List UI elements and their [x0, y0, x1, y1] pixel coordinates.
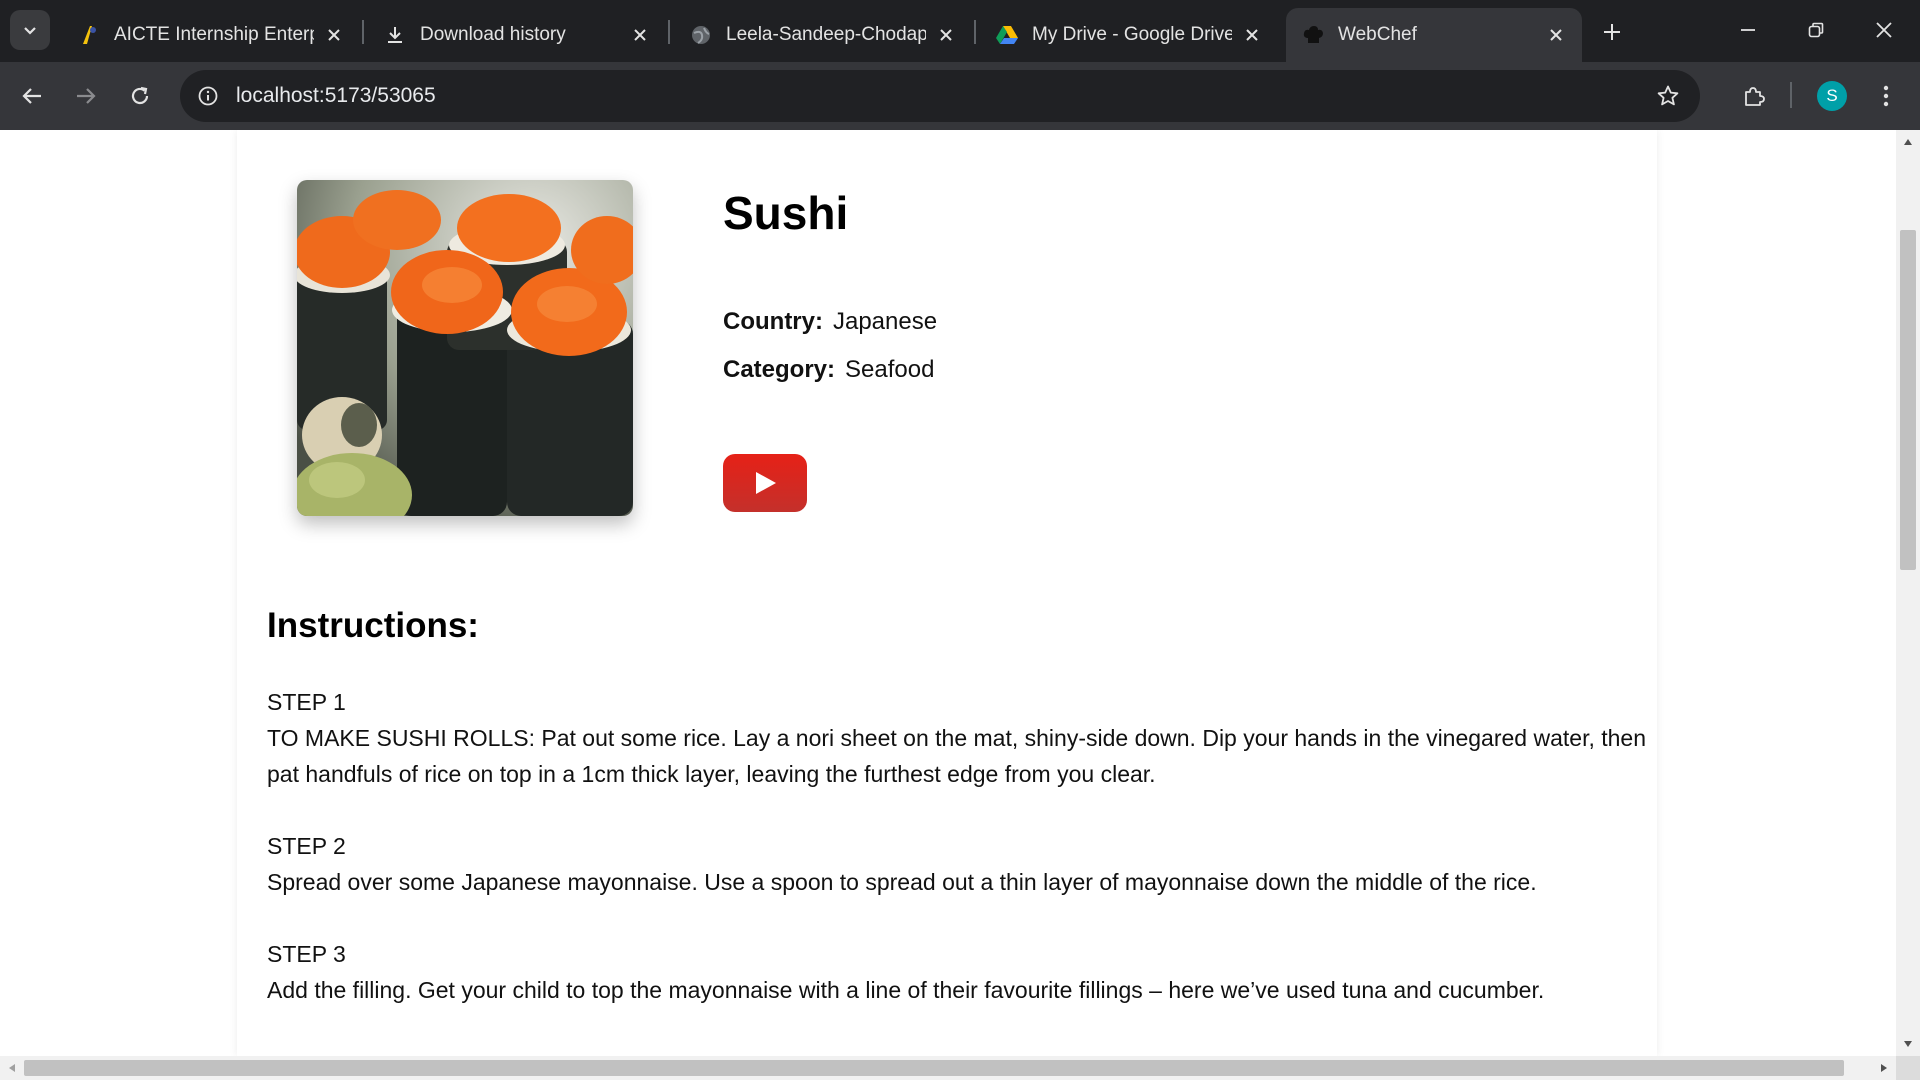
- close-icon[interactable]: [934, 23, 958, 47]
- category-row: Category: Seafood: [723, 356, 934, 384]
- recipe-title: Sushi: [723, 187, 849, 239]
- profile-button[interactable]: S: [1812, 76, 1852, 116]
- kebab-menu-icon: [1883, 85, 1889, 107]
- tab-title: Leela-Sandeep-Chodapu: [726, 24, 926, 45]
- bookmark-star-icon[interactable]: [1654, 82, 1682, 110]
- instructions-heading: Instructions:: [267, 606, 479, 645]
- tab-title: My Drive - Google Drive: [1032, 24, 1232, 45]
- horizontal-scroll-thumb[interactable]: [24, 1060, 1844, 1076]
- vertical-scrollbar[interactable]: [1896, 130, 1920, 1056]
- scroll-right-arrow[interactable]: [1872, 1056, 1896, 1080]
- youtube-video-button[interactable]: [723, 454, 807, 512]
- play-icon: [756, 472, 776, 494]
- recipe-image: [297, 180, 633, 516]
- step-item: STEP 1 TO MAKE SUSHI ROLLS: Pat out some…: [267, 684, 1647, 792]
- address-bar[interactable]: localhost:5173/53065: [180, 70, 1700, 122]
- reload-button[interactable]: [120, 76, 160, 116]
- toolbar-divider: [1790, 82, 1792, 108]
- google-drive-icon: [996, 24, 1018, 46]
- url-text: localhost:5173/53065: [236, 84, 436, 107]
- close-icon[interactable]: [628, 23, 652, 47]
- arrow-left-icon: [22, 88, 41, 104]
- scroll-down-arrow[interactable]: [1896, 1034, 1920, 1054]
- tab-webchef[interactable]: WebChef: [1286, 8, 1582, 62]
- close-icon[interactable]: [1240, 23, 1264, 47]
- minimize-button[interactable]: [1714, 0, 1782, 60]
- category-value: Seafood: [845, 356, 935, 383]
- step-text: Add the filling. Get your child to top t…: [267, 977, 1545, 1003]
- tab-divider: [974, 20, 976, 44]
- category-label: Category:: [723, 356, 836, 383]
- tab-download-history[interactable]: Download history: [368, 8, 666, 62]
- site-info-icon[interactable]: [194, 82, 222, 110]
- chef-hat-icon: [1302, 24, 1324, 46]
- close-window-button[interactable]: [1850, 0, 1918, 60]
- plus-icon: [1604, 24, 1620, 40]
- arrow-right-icon: [77, 88, 96, 104]
- country-value: Japanese: [832, 308, 938, 335]
- step-label: STEP 1: [267, 689, 346, 715]
- scroll-left-arrow[interactable]: [0, 1056, 24, 1080]
- tab-github-profile[interactable]: Leela-Sandeep-Chodapu: [674, 8, 972, 62]
- restore-button[interactable]: [1782, 0, 1850, 60]
- page-viewport: Sushi Country: Japanese Category: Seafood …: [0, 130, 1896, 1056]
- country-label: Country:: [723, 308, 823, 335]
- back-button[interactable]: [12, 76, 52, 116]
- step-item: STEP 3 Add the filling. Get your child t…: [267, 936, 1647, 1008]
- horizontal-scrollbar[interactable]: [0, 1056, 1896, 1080]
- tab-search-button[interactable]: [10, 10, 50, 50]
- restore-icon: [1808, 22, 1824, 38]
- globe-icon: [690, 24, 712, 46]
- forward-button[interactable]: [66, 76, 106, 116]
- vertical-scroll-thumb[interactable]: [1900, 230, 1916, 570]
- tab-divider: [362, 20, 364, 44]
- aicte-favicon: [78, 24, 100, 46]
- step-text: Spread over some Japanese mayonnaise. Us…: [267, 869, 1537, 895]
- download-icon: [384, 24, 406, 46]
- tab-google-drive[interactable]: My Drive - Google Drive: [980, 8, 1278, 62]
- minimize-icon: [1741, 29, 1755, 31]
- tab-title: Download history: [420, 24, 566, 45]
- step-text: TO MAKE SUSHI ROLLS: Pat out some rice. …: [267, 725, 1647, 787]
- close-icon[interactable]: [1544, 23, 1568, 47]
- close-icon[interactable]: [322, 23, 346, 47]
- instructions-list: STEP 1 TO MAKE SUSHI ROLLS: Pat out some…: [267, 684, 1647, 1044]
- scrollbar-corner: [1896, 1056, 1920, 1080]
- step-item: STEP 2 Spread over some Japanese mayonna…: [267, 828, 1647, 900]
- browser-toolbar: localhost:5173/53065 S: [0, 62, 1920, 130]
- new-tab-button[interactable]: [1596, 16, 1628, 48]
- tab-strip: AICTE Internship Enterpri Download histo…: [0, 0, 1920, 62]
- tab-aicte[interactable]: AICTE Internship Enterpri: [62, 8, 360, 62]
- puzzle-icon: [1745, 87, 1765, 106]
- extensions-button[interactable]: [1734, 76, 1774, 116]
- close-icon: [1876, 22, 1892, 38]
- recipe-card: Sushi Country: Japanese Category: Seafood …: [237, 130, 1657, 1056]
- tab-title: WebChef: [1338, 24, 1417, 45]
- country-row: Country: Japanese: [723, 308, 937, 336]
- reload-icon: [131, 86, 149, 105]
- step-label: STEP 2: [267, 833, 346, 859]
- chevron-down-icon: [24, 27, 36, 35]
- step-label: STEP 3: [267, 941, 346, 967]
- avatar: S: [1817, 81, 1847, 111]
- tab-divider: [668, 20, 670, 44]
- browser-menu-button[interactable]: [1868, 76, 1904, 116]
- scroll-up-arrow[interactable]: [1896, 132, 1920, 152]
- tab-title: AICTE Internship Enterpri: [114, 24, 314, 45]
